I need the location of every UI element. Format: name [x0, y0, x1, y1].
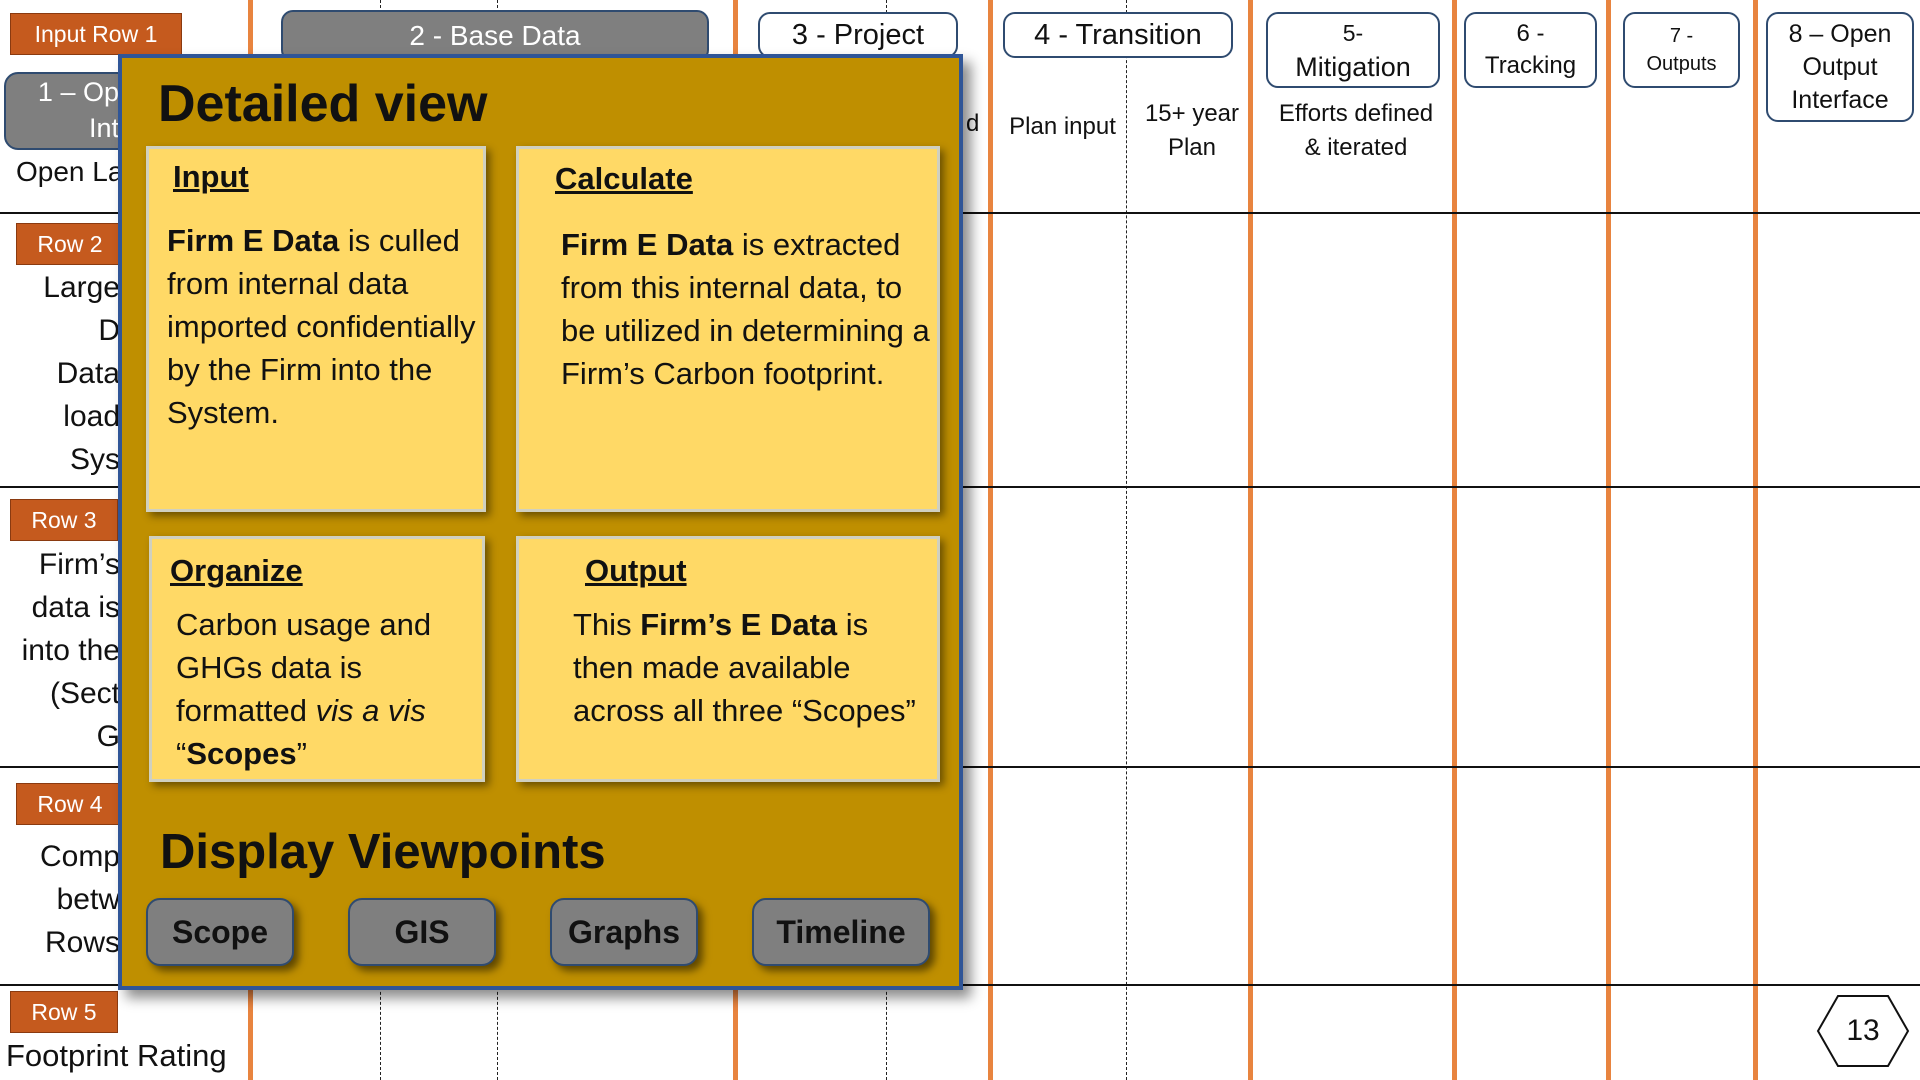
- input-card: Input Firm E Data is culled from interna…: [146, 146, 486, 512]
- row-text-line: Data: [56, 357, 120, 390]
- row-text-line: D: [98, 314, 120, 347]
- subtitle-line: & iterated: [1304, 134, 1408, 161]
- row-text-line: G: [96, 720, 120, 753]
- row-text-line: Sys: [69, 443, 120, 476]
- graphs-button[interactable]: Graphs: [550, 898, 698, 966]
- card-body: Firm E Data is culled from internal data…: [167, 219, 477, 434]
- card-title: Calculate: [555, 161, 693, 196]
- dashed-divider: [1126, 0, 1127, 1080]
- column-subtitle: d: [966, 110, 980, 137]
- column-header-outputs[interactable]: 7 - Outputs: [1623, 12, 1740, 88]
- body-text: ”: [296, 736, 307, 771]
- card-body: This Firm’s E Data is then made availabl…: [573, 603, 923, 732]
- row-text-line: Comp: [39, 840, 120, 873]
- column-header-line: Outputs: [1646, 53, 1717, 75]
- scope-button[interactable]: Scope: [146, 898, 294, 966]
- row-3-text: Firm’s data is into the (Sect G: [0, 543, 120, 758]
- emphasis: Firm E Data: [561, 227, 734, 262]
- column-header-project[interactable]: 3 - Project: [758, 12, 958, 58]
- page-number-badge: 13: [1816, 994, 1910, 1068]
- column-header-line: 5-: [1342, 20, 1364, 46]
- card-body: Carbon usage and GHGs data is formatted …: [176, 603, 476, 775]
- card-title: Organize: [170, 553, 303, 588]
- output-card: Output This Firm’s E Data is then made a…: [516, 536, 940, 782]
- column-subtitle: Plan input: [1009, 113, 1116, 140]
- row-text-line: (Sect: [49, 677, 120, 710]
- row-text-line: Large: [43, 271, 120, 304]
- column-header-line: 1 – Ope: [37, 77, 134, 107]
- column-header-mitigation[interactable]: 5- Mitigation: [1266, 12, 1440, 88]
- emphasis: Scopes: [186, 736, 297, 771]
- column-subtitle: Open La: [16, 156, 124, 187]
- column-subtitle: 15+ year Plan: [1132, 97, 1252, 165]
- column-subtitle: Efforts defined & iterated: [1256, 97, 1456, 165]
- detailed-view-panel: Detailed view Input Firm E Data is culle…: [118, 54, 963, 990]
- card-title: Input: [173, 159, 249, 194]
- column-header-line: Mitigation: [1295, 52, 1411, 82]
- row-text-line: into the: [21, 634, 120, 667]
- column-header-line: Tracking: [1484, 52, 1577, 79]
- row-5-text: Footprint Rating: [6, 1038, 227, 1073]
- gis-button[interactable]: GIS: [348, 898, 496, 966]
- row-text-line: Rows: [44, 926, 120, 959]
- row-3-tag: Row 3: [10, 499, 118, 541]
- column-header-open-output-interface[interactable]: 8 – Open Output Interface: [1766, 12, 1914, 122]
- column-header-line: 7 -: [1669, 25, 1694, 47]
- column-divider: [1753, 0, 1758, 1080]
- row-4-text: Comp betw Rows: [0, 835, 120, 964]
- column-divider: [988, 0, 993, 1080]
- row-text-line: data is: [31, 591, 120, 624]
- timeline-button[interactable]: Timeline: [752, 898, 930, 966]
- italic-text: vis a vis: [315, 693, 426, 728]
- row-text-line: load: [63, 400, 120, 433]
- subtitle-line: Plan: [1167, 134, 1217, 161]
- display-viewpoints-title: Display Viewpoints: [160, 825, 606, 879]
- card-title: Output: [585, 553, 687, 588]
- emphasis: Firm E Data: [167, 223, 340, 258]
- column-header-line: Interface: [1791, 85, 1889, 114]
- column-divider: [1606, 0, 1611, 1080]
- subtitle-line: 15+ year: [1144, 100, 1240, 127]
- row-text-line: betw: [56, 883, 120, 916]
- row-2-tag: Row 2: [16, 223, 124, 265]
- row-2-text: Large D Data load Sys: [0, 266, 120, 481]
- row-5-tag: Row 5: [10, 991, 118, 1033]
- card-body: Firm E Data is extracted from this inter…: [561, 223, 931, 395]
- subtitle-line: Efforts defined: [1278, 100, 1434, 127]
- column-header-transition[interactable]: 4 - Transition: [1003, 12, 1233, 58]
- column-header-tracking[interactable]: 6 - Tracking: [1464, 12, 1597, 88]
- input-row-tag: Input Row 1: [10, 13, 182, 55]
- column-header-line: 8 – Open: [1788, 19, 1892, 48]
- page-number: 13: [1846, 1014, 1880, 1047]
- column-header-line: 6 -: [1516, 20, 1545, 47]
- row-text-line: Firm’s: [38, 548, 120, 581]
- body-text: This: [573, 607, 641, 642]
- calculate-card: Calculate Firm E Data is extracted from …: [516, 146, 940, 512]
- emphasis: Firm’s E Data: [640, 607, 838, 642]
- row-4-tag: Row 4: [16, 783, 124, 825]
- panel-title: Detailed view: [158, 75, 488, 133]
- body-text: “: [176, 736, 187, 771]
- organize-card: Organize Carbon usage and GHGs data is f…: [149, 536, 485, 782]
- column-header-line: Inte: [88, 113, 134, 143]
- column-header-line: Output: [1802, 52, 1878, 81]
